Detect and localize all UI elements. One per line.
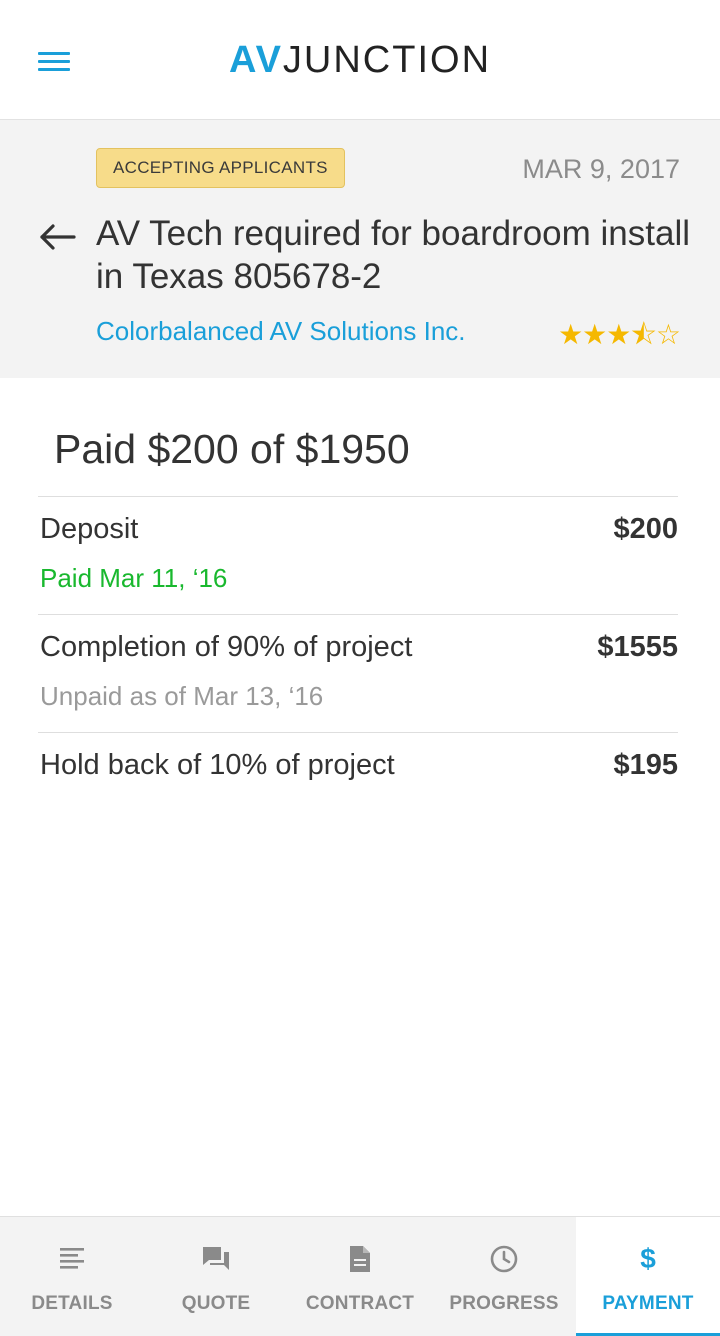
tab-label: DETAILS [31,1293,113,1314]
payment-row-deposit: Deposit $200 Paid Mar 11, ‘16 [38,496,678,614]
tab-contract[interactable]: CONTRACT [288,1217,432,1336]
bottom-tab-bar: DETAILS QUOTE CONTRACT PROGRESS $ PAYMEN… [0,1216,720,1336]
payment-label: Completion of 90% of project [40,631,413,663]
document-icon [288,1243,432,1275]
rating-stars: ★★★⯪☆ [558,314,681,362]
dollar-symbol: $ [640,1243,656,1274]
payment-label: Deposit [40,513,139,545]
logo-junction: JUNCTION [282,39,492,81]
app-logo[interactable]: AVJUNCTION [0,38,720,82]
clock-icon [432,1243,576,1275]
job-title: AV Tech required for boardroom install i… [96,214,691,296]
top-app-bar: AVJUNCTION [0,0,720,120]
list-lines-icon [0,1243,144,1275]
payment-row-completion: Completion of 90% of project $1555 Unpai… [38,614,678,732]
logo-av: AV [228,39,283,81]
company-link[interactable]: Colorbalanced AV Solutions Inc. [96,316,466,347]
tab-progress[interactable]: PROGRESS [432,1217,576,1336]
back-arrow-icon[interactable] [38,220,78,254]
job-header: ACCEPTING APPLICANTS MAR 9, 2017 AV Tech… [0,120,720,378]
payment-summary: Paid $200 of $1950 [54,426,410,472]
tab-details[interactable]: DETAILS [0,1217,144,1336]
payment-status: Unpaid as of Mar 13, ‘16 [40,681,324,711]
tab-label: CONTRACT [305,1293,415,1314]
tab-label: PROGRESS [449,1293,559,1314]
status-badge: ACCEPTING APPLICANTS [96,148,345,188]
tab-payment[interactable]: $ PAYMENT [576,1217,720,1336]
payment-amount: $200 [613,513,678,545]
dollar-icon: $ [576,1243,720,1275]
payment-amount: $1555 [597,631,678,663]
tab-label: PAYMENT [602,1293,694,1314]
star-rating-icon: ★★★⯪☆ [558,319,681,350]
chat-bubbles-icon [144,1243,288,1275]
payment-row-holdback: Hold back of 10% of project $195 [38,732,678,812]
payment-label: Hold back of 10% of project [40,749,395,781]
payment-amount: $195 [613,749,678,781]
job-date: MAR 9, 2017 [522,154,680,184]
payment-status: Paid Mar 11, ‘16 [40,563,228,593]
tab-label: QUOTE [181,1293,251,1314]
tab-quote[interactable]: QUOTE [144,1217,288,1336]
